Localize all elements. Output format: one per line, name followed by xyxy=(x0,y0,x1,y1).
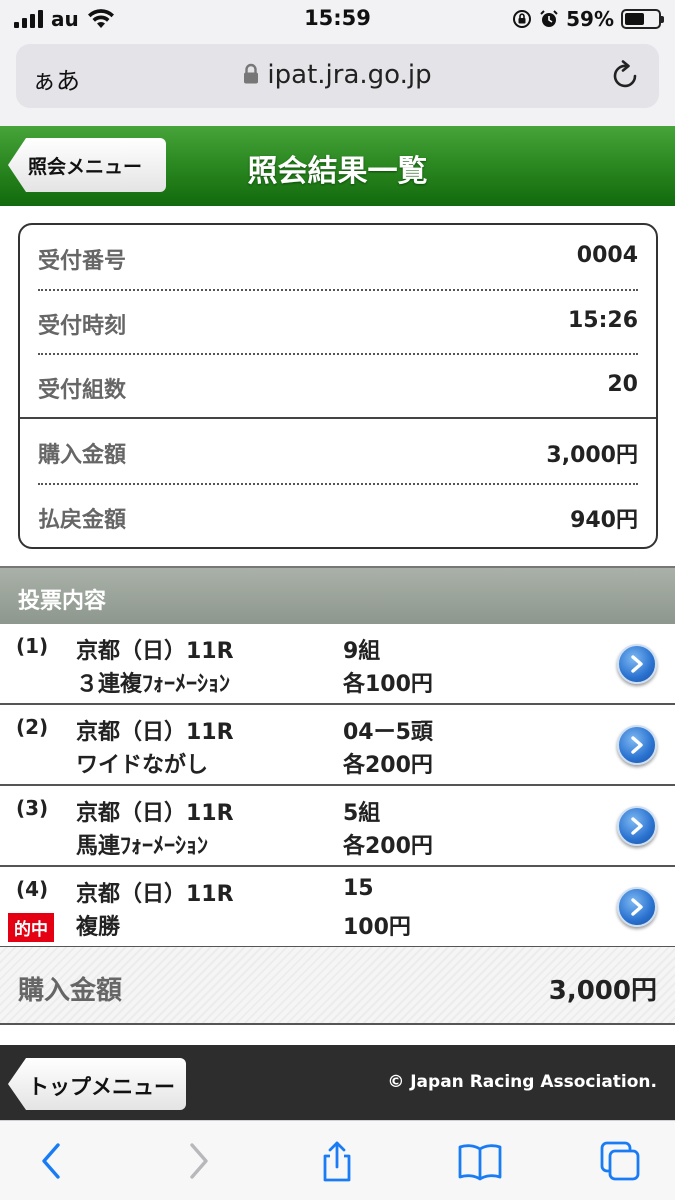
battery-level-fill xyxy=(625,13,644,25)
bet-amount: 100円 xyxy=(343,915,411,940)
bet-row-1[interactable]: (1) 京都（日）11R ３連複ﾌｫｰﾒｰｼｮﾝ 9組 各100円 xyxy=(0,624,675,705)
summary-label: 購入金額 xyxy=(38,443,127,468)
bet-venue: 京都（日）11R xyxy=(76,720,234,745)
summary-label: 払戻金額 xyxy=(38,508,127,533)
url-display[interactable]: ipat.jra.go.jp xyxy=(16,60,659,90)
bet-amount: 各200円 xyxy=(343,834,433,859)
browser-address-area: ぁあ ipat.jra.go.jp xyxy=(0,38,675,126)
summary-value: 940円 xyxy=(570,508,638,533)
section-title: 投票内容 xyxy=(18,589,107,614)
bet-number: (4) xyxy=(16,877,49,901)
bet-type: 複勝 xyxy=(76,915,121,940)
forward-button[interactable] xyxy=(176,1139,220,1183)
summary-value: 20 xyxy=(607,372,638,397)
summary-card: 受付番号 0004 受付時刻 15:26 受付組数 20 購入金額 3,000円… xyxy=(18,223,658,549)
summary-label: 受付時刻 xyxy=(38,314,127,339)
alarm-icon xyxy=(540,10,558,27)
summary-value: 15:26 xyxy=(567,308,638,333)
summary-label: 受付番号 xyxy=(38,249,127,274)
bet-list: (1) 京都（日）11R ３連複ﾌｫｰﾒｰｼｮﾝ 9組 各100円 (2) 京都… xyxy=(0,624,675,948)
bet-amount: 各100円 xyxy=(343,672,433,697)
back-button[interactable] xyxy=(30,1139,74,1183)
bet-detail: 15 xyxy=(343,876,374,901)
bet-venue: 京都（日）11R xyxy=(76,639,234,664)
tabs-button[interactable] xyxy=(598,1139,642,1183)
chevron-right-icon[interactable] xyxy=(617,806,657,846)
summary-label: 受付組数 xyxy=(38,378,127,403)
chevron-right-icon xyxy=(190,1143,208,1179)
total-value: 3,000円 xyxy=(548,976,657,1006)
bookmarks-button[interactable] xyxy=(456,1139,502,1183)
share-button[interactable] xyxy=(315,1139,359,1183)
summary-row-purchase-amount: 購入金額 3,000円 xyxy=(38,419,638,483)
top-menu-button[interactable]: トップメニュー xyxy=(8,1058,186,1110)
share-icon xyxy=(323,1141,351,1182)
bet-row-4[interactable]: (4) 的中 京都（日）11R 複勝 15 100円 xyxy=(0,867,675,948)
bet-venue: 京都（日）11R xyxy=(76,882,234,907)
status-bar: au 15:59 59% xyxy=(0,0,675,38)
chevron-right-icon[interactable] xyxy=(617,644,657,684)
bet-number: (2) xyxy=(16,715,49,739)
address-bar[interactable]: ぁあ ipat.jra.go.jp xyxy=(16,44,659,108)
total-label: 購入金額 xyxy=(18,976,123,1006)
summary-row-receipt-number: 受付番号 0004 xyxy=(38,225,638,289)
section-header-bet-contents: 投票内容 xyxy=(0,566,675,624)
bet-amount: 各200円 xyxy=(343,753,433,778)
chevron-right-icon[interactable] xyxy=(617,725,657,765)
bet-detail: 9組 xyxy=(343,639,381,664)
bet-row-2[interactable]: (2) 京都（日）11R ワイドながし 04ー5頭 各200円 xyxy=(0,705,675,786)
chevron-left-icon xyxy=(42,1143,60,1179)
total-purchase-row: 購入金額 3,000円 xyxy=(0,947,675,1025)
bet-detail: 5組 xyxy=(343,801,381,826)
bet-number: (1) xyxy=(16,634,49,658)
summary-value: 3,000円 xyxy=(546,443,638,468)
bet-type: ３連複ﾌｫｰﾒｰｼｮﾝ xyxy=(76,672,231,697)
bet-detail: 04ー5頭 xyxy=(343,720,433,745)
page-footer: トップメニュー © Japan Racing Association. xyxy=(0,1045,675,1120)
lock-icon xyxy=(244,63,259,84)
tabs-icon xyxy=(600,1141,640,1181)
summary-value: 0004 xyxy=(576,243,638,268)
bet-row-3[interactable]: (3) 京都（日）11R 馬連ﾌｫｰﾒｰｼｮﾝ 5組 各200円 xyxy=(0,786,675,867)
summary-row-set-count: 受付組数 20 xyxy=(38,354,638,418)
status-bar-right: 59% xyxy=(512,7,664,31)
summary-row-payout-amount: 払戻金額 940円 xyxy=(38,484,638,548)
browser-toolbar xyxy=(0,1120,675,1200)
summary-row-receipt-time: 受付時刻 15:26 xyxy=(38,290,638,354)
copyright-text: © Japan Racing Association. xyxy=(387,1072,657,1092)
orientation-lock-icon xyxy=(513,10,532,28)
page-header: 照会メニュー 照会結果一覧 xyxy=(0,126,675,206)
hit-badge: 的中 xyxy=(8,913,54,942)
url-text: ipat.jra.go.jp xyxy=(267,60,432,90)
page-title: 照会結果一覧 xyxy=(247,154,428,189)
battery-icon xyxy=(621,9,664,29)
bet-venue: 京都（日）11R xyxy=(76,801,234,826)
reload-icon[interactable] xyxy=(611,60,641,92)
bet-type: 馬連ﾌｫｰﾒｰｼｮﾝ xyxy=(76,834,209,859)
bet-number: (3) xyxy=(16,796,49,820)
bet-type: ワイドながし xyxy=(76,753,209,778)
chevron-right-icon[interactable] xyxy=(617,887,657,927)
book-icon xyxy=(458,1144,502,1181)
top-menu-label: トップメニュー xyxy=(28,1075,175,1099)
battery-percent: 59% xyxy=(566,7,614,31)
